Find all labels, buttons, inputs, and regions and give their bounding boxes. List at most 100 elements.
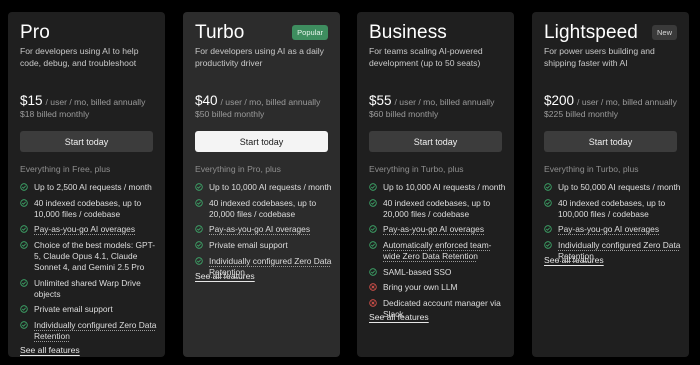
check-circle-icon [195,183,203,191]
plan-card-lightspeed: Lightspeed New For power users building … [532,12,689,357]
feature-item: Up to 10,000 AI requests / month [195,182,332,193]
plan-price: $55 [369,93,392,108]
feature-item: Automatically enforced team-wide Zero Da… [369,240,506,262]
feature-item: Pay-as-you-go AI overages [369,224,506,235]
feature-item: Pay-as-you-go AI overages [195,224,332,235]
feature-list: Up to 2,500 AI requests / month 40 indexe… [20,182,157,347]
feature-text: Private email support [209,240,288,251]
feature-text: Choice of the best models: GPT-5, Claude… [34,240,156,273]
monthly-price: $60 billed monthly [369,109,439,119]
feature-text: Up to 10,000 AI requests / month [209,182,332,192]
price-note: / user / mo, billed annually [220,97,321,107]
price-note: / user / mo, billed annually [394,97,495,107]
feature-item: Up to 2,500 AI requests / month [20,182,157,193]
feature-text[interactable]: Automatically enforced team-wide Zero Da… [383,240,506,262]
check-circle-icon [544,183,552,191]
feature-item: SAML-based SSO [369,267,506,278]
monthly-price: $18 billed monthly [20,109,90,119]
everything-in-label: Everything in Turbo, plus [544,164,639,174]
feature-item: 40 indexed codebases, up to 20,000 files… [195,198,332,220]
feature-text: Up to 10,000 AI requests / month [383,182,506,192]
plan-name: Turbo [195,22,245,43]
monthly-price: $50 billed monthly [195,109,265,119]
feature-list: Up to 10,000 AI requests / month 40 index… [195,182,332,282]
feature-text: Bring your own LLM [383,282,458,293]
everything-in-label: Everything in Turbo, plus [369,164,464,174]
check-circle-icon [20,225,28,234]
popular-badge: Popular [292,25,328,40]
plan-name: Pro [20,22,50,43]
plan-price: $200 [544,93,575,108]
feature-item: Up to 10,000 AI requests / month [369,182,506,193]
plan-price: $15 [20,93,43,108]
feature-text: SAML-based SSO [383,266,452,277]
price-line: $15/ user / mo, billed annually [20,92,145,110]
price-line: $55/ user / mo, billed annually [369,92,494,110]
x-circle-icon [369,299,377,307]
check-circle-icon [20,198,28,207]
feature-text[interactable]: Pay-as-you-go AI overages [558,224,659,235]
plan-description: For developers using AI to help code, de… [20,46,139,68]
plan-description: For teams scaling AI-powered development… [369,46,483,68]
check-circle-icon [20,241,28,249]
feature-item: Private email support [20,304,157,315]
feature-item: 40 indexed codebases, up to 10,000 files… [20,198,157,220]
plan-card-turbo: Turbo Popular For developers using AI as… [183,12,340,357]
feature-item: Private email support [195,240,332,251]
plan-price: $40 [195,93,218,108]
see-all-features-link[interactable]: See all features [20,345,80,355]
check-circle-icon [369,225,377,234]
everything-in-label: Everything in Pro, plus [195,164,281,174]
everything-in-label: Everything in Free, plus [20,164,111,174]
check-circle-icon [20,321,28,329]
feature-list: Up to 10,000 AI requests / month 40 index… [369,182,506,325]
check-circle-icon [544,241,552,249]
feature-item: Unlimited shared Warp Drive objects [20,278,157,300]
check-circle-icon [20,305,28,314]
x-circle-icon [369,283,377,292]
feature-text: Up to 2,500 AI requests / month [34,182,152,192]
plan-card-business: Business For teams scaling AI-powered de… [357,12,514,357]
price-note: / user / mo, billed annually [577,97,677,107]
check-circle-icon [195,198,203,207]
feature-item: 40 indexed codebases, up to 100,000 file… [544,198,681,220]
see-all-features-link[interactable]: See all features [369,312,429,322]
plan-card-pro: Pro For developers using AI to help code… [8,12,165,357]
feature-text[interactable]: Pay-as-you-go AI overages [209,224,310,235]
check-circle-icon [369,198,377,207]
check-circle-icon [20,279,28,287]
start-today-button[interactable]: Start today [544,131,677,152]
plan-description: For power users building and shipping fa… [544,46,655,68]
feature-text[interactable]: Pay-as-you-go AI overages [34,224,135,235]
feature-item: Pay-as-you-go AI overages [20,224,157,235]
feature-text[interactable]: Individually configured Zero Data Retent… [34,320,157,342]
price-line: $40/ user / mo, billed annually [195,92,320,110]
feature-text: Unlimited shared Warp Drive objects [34,277,141,299]
feature-text: Private email support [34,304,113,315]
feature-item: 40 indexed codebases, up to 20,000 files… [369,198,506,220]
plan-name: Lightspeed [544,22,638,43]
monthly-price: $225 billed monthly [544,109,619,119]
check-circle-icon [195,225,203,234]
check-circle-icon [195,241,203,249]
feature-text: 40 indexed codebases, up to 20,000 files… [383,197,491,219]
check-circle-icon [369,183,377,191]
check-circle-icon [20,183,28,191]
feature-text: 40 indexed codebases, up to 10,000 files… [34,197,142,219]
start-today-button[interactable]: Start today [195,131,328,152]
start-today-button[interactable]: Start today [369,131,502,152]
plan-name: Business [369,22,447,43]
check-circle-icon [195,257,203,265]
start-today-button[interactable]: Start today [20,131,153,152]
new-badge: New [651,25,677,40]
price-note: / user / mo, billed annually [45,97,146,107]
feature-item: Pay-as-you-go AI overages [544,224,681,235]
see-all-features-link[interactable]: See all features [544,255,604,265]
see-all-features-link[interactable]: See all features [195,271,255,281]
feature-text: Up to 50,000 AI requests / month [558,182,681,192]
check-circle-icon [369,268,377,276]
feature-text: 40 indexed codebases, up to 20,000 files… [209,197,317,219]
feature-text[interactable]: Pay-as-you-go AI overages [383,224,484,235]
feature-item: Bring your own LLM [369,282,506,293]
check-circle-icon [369,241,377,249]
